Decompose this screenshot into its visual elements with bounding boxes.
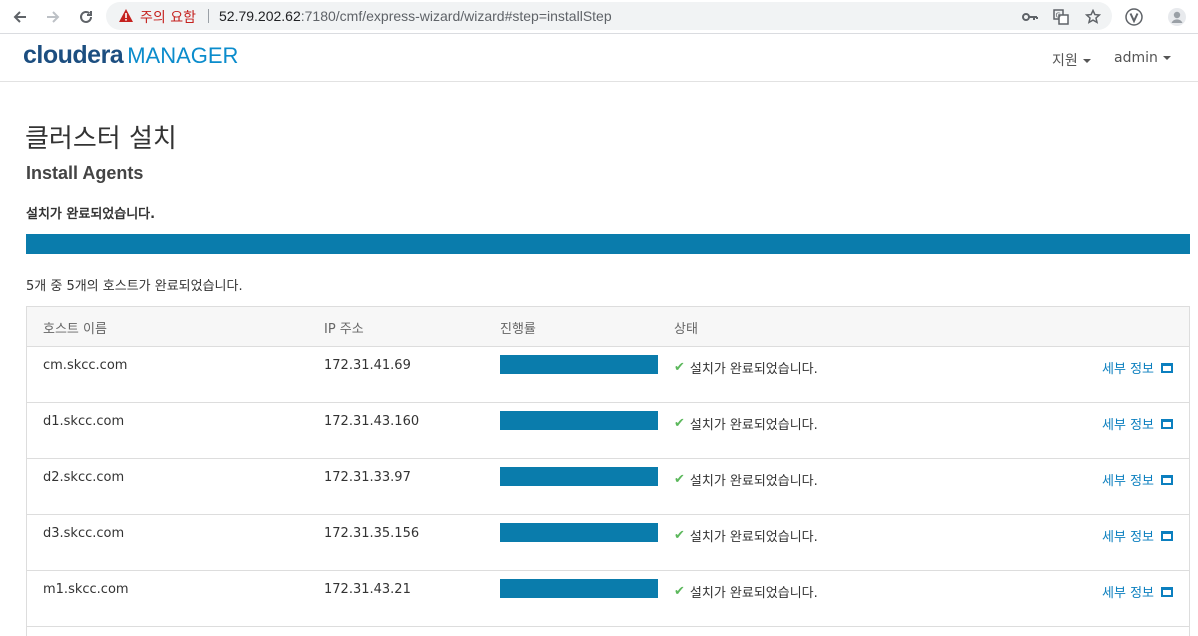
checkmark-icon: ✔ [674,472,685,487]
details-link[interactable]: 세부 정보 [1102,414,1173,433]
window-icon [1161,362,1173,373]
overall-progress-fill [26,234,1190,254]
host-status-text: 설치가 완료되었습니다. [689,530,818,545]
step-title: Install Agents [26,163,144,183]
support-menu[interactable]: 지원 [1052,50,1091,70]
table-row: d3.skcc.com 172.31.35.156 ✔ 설치가 완료되었습니다. 세부 … [27,515,1189,571]
back-arrow-icon[interactable] [8,5,32,29]
extension-v-icon[interactable] [1123,6,1145,28]
ip-address: 172.31.35.156 [324,526,420,541]
host-progress-fill [500,523,658,542]
window-icon [1161,530,1173,541]
host-summary-text: 5개 중 5개의 호스트가 완료되었습니다. [26,279,243,294]
details-link-label: 세부 정보 [1102,530,1154,545]
table-row: d2.skcc.com 172.31.33.97 ✔ 설치가 완료되었습니다. 세부 정… [27,459,1189,515]
table-row: m1.skcc.com 172.31.43.21 ✔ 설치가 완료되었습니다. 세부 정… [27,571,1189,627]
host-progress-fill [500,355,658,374]
table-header: 호스트 이름 IP 주소 진행률 상태 [27,307,1189,347]
host-status-text: 설치가 완료되었습니다. [689,586,818,601]
host-progress-bar [500,523,658,542]
host-status: ✔ 설치가 완료되었습니다. [674,358,818,377]
host-status-text: 설치가 완료되었습니다. [689,418,818,433]
column-header-progress: 진행률 [500,322,536,337]
column-header-host: 호스트 이름 [43,322,107,337]
logo-product: MANAGER [127,43,239,68]
url-path: :7180/cmf/express-wizard/wizard#step=ins… [300,8,612,24]
cloudera-manager-logo[interactable]: cloudera MANAGER [23,41,238,70]
browser-toolbar: 주의 요함 52.79.202.62:7180/cmf/express-wiza… [0,0,1198,34]
host-progress-bar [500,579,658,598]
details-link[interactable]: 세부 정보 [1102,470,1173,489]
hosts-table: 호스트 이름 IP 주소 진행률 상태 cm.skcc.com 172.31.41… [26,306,1190,636]
column-header-ip: IP 주소 [324,322,364,337]
host-status-text: 설치가 완료되었습니다. [689,474,818,489]
install-status-message: 설치가 완료되었습니다. [26,207,156,222]
details-link-label: 세부 정보 [1102,418,1154,433]
host-progress-fill [500,411,658,430]
ip-address: 172.31.33.97 [324,470,411,485]
checkmark-icon: ✔ [674,584,685,599]
checkmark-icon: ✔ [674,416,685,431]
key-icon[interactable] [1021,8,1039,26]
bookmark-star-icon[interactable] [1084,8,1102,26]
logo-brand: cloudera [23,41,124,69]
host-status: ✔ 설치가 완료되었습니다. [674,526,818,545]
host-status: ✔ 설치가 완료되었습니다. [674,470,818,489]
host-name: d2.skcc.com [43,470,125,485]
details-link[interactable]: 세부 정보 [1102,526,1173,545]
reload-icon[interactable] [74,5,98,29]
details-link-label: 세부 정보 [1102,586,1154,601]
details-link-label: 세부 정보 [1102,474,1154,489]
ip-address: 172.31.43.160 [324,414,420,429]
window-icon [1161,586,1173,597]
host-status: ✔ 설치가 완료되었습니다. [674,582,818,601]
svg-text:G: G [1056,12,1061,20]
details-link[interactable]: 세부 정보 [1102,582,1173,601]
table-row: cm.skcc.com 172.31.41.69 ✔ 설치가 완료되었습니다. 세부 정… [27,347,1189,403]
details-link[interactable]: 세부 정보 [1102,358,1173,377]
address-bar[interactable]: 주의 요함 52.79.202.62:7180/cmf/express-wiza… [106,2,1112,30]
url-separator [208,9,209,23]
window-icon [1161,474,1173,485]
host-name: cm.skcc.com [43,358,128,373]
url-text[interactable]: 52.79.202.62:7180/cmf/express-wizard/wiz… [219,8,612,24]
support-menu-label: 지원 [1052,53,1078,69]
checkmark-icon: ✔ [674,528,685,543]
caret-down-icon [1082,59,1091,63]
host-progress-fill [500,467,658,486]
host-progress-bar [500,467,658,486]
host-progress-bar [500,355,658,374]
column-header-status: 상태 [674,322,698,337]
user-menu[interactable]: admin [1114,50,1171,66]
host-status-text: 설치가 완료되었습니다. [689,362,818,377]
user-menu-label: admin [1114,50,1158,66]
host-progress-fill [500,579,658,598]
profile-avatar-icon[interactable] [1166,6,1188,28]
checkmark-icon: ✔ [674,360,685,375]
host-status: ✔ 설치가 완료되었습니다. [674,414,818,433]
overall-progress-bar [26,234,1190,254]
host-name: d1.skcc.com [43,414,125,429]
security-warning-label[interactable]: 주의 요함 [140,7,196,27]
app-header: cloudera MANAGER 지원 admin [0,34,1198,82]
forward-arrow-icon[interactable] [41,5,65,29]
host-progress-bar [500,411,658,430]
details-link-label: 세부 정보 [1102,362,1154,377]
host-name: m1.skcc.com [43,582,129,597]
table-row: d1.skcc.com 172.31.43.160 ✔ 설치가 완료되었습니다. 세부 … [27,403,1189,459]
window-icon [1161,418,1173,429]
warning-triangle-icon [118,8,134,28]
ip-address: 172.31.41.69 [324,358,411,373]
page-title: 클러스터 설치 [25,124,177,154]
ip-address: 172.31.43.21 [324,582,411,597]
translate-icon[interactable]: G [1052,8,1070,26]
caret-down-icon [1162,56,1171,60]
host-name: d3.skcc.com [43,526,125,541]
url-host: 52.79.202.62 [219,8,301,24]
